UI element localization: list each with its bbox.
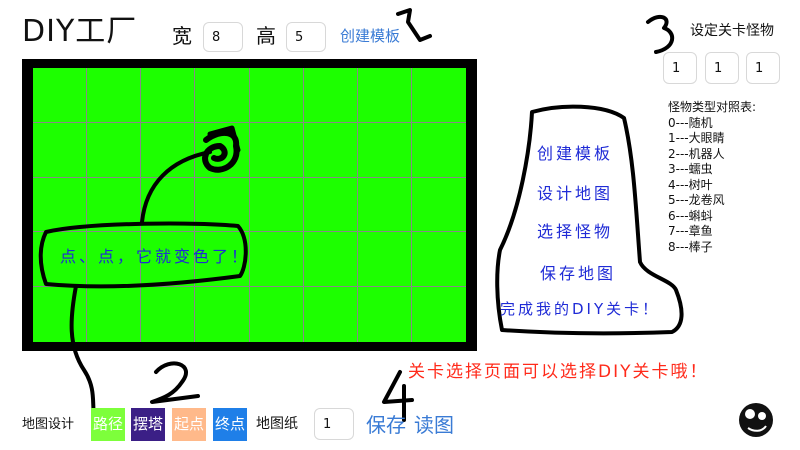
map-board bbox=[22, 59, 477, 351]
legend-item: 4---树叶 bbox=[668, 177, 713, 192]
map-cell[interactable] bbox=[141, 287, 196, 342]
width-label: 宽 bbox=[172, 24, 192, 48]
legend-item: 6---蝌蚪 bbox=[668, 208, 713, 223]
tap-note-text: 点、点，它就变色了！ bbox=[60, 247, 251, 266]
legend-item: 1---大眼睛 bbox=[668, 131, 725, 145]
map-cell[interactable] bbox=[249, 177, 304, 233]
map-cell[interactable] bbox=[87, 122, 142, 178]
legend-item: 3---蠕虫 bbox=[668, 162, 713, 176]
map-cell[interactable] bbox=[33, 122, 88, 178]
monster-slot-3[interactable]: 1 bbox=[746, 52, 780, 84]
map-cell[interactable] bbox=[358, 287, 412, 342]
step-design-map: 设计地图 bbox=[537, 184, 614, 203]
height-input[interactable]: 5 bbox=[286, 22, 326, 52]
map-cell[interactable] bbox=[303, 177, 358, 233]
map-cell[interactable] bbox=[195, 68, 250, 123]
map-cell[interactable] bbox=[411, 232, 466, 288]
map-cell[interactable] bbox=[249, 232, 304, 288]
map-cell[interactable] bbox=[357, 177, 412, 233]
monster-legend: 怪物类型对照表: 0---随机 1---大眼睛 2---机器人 3---蠕虫 4… bbox=[668, 100, 756, 255]
save-button[interactable]: 保存 bbox=[366, 410, 406, 440]
map-cell[interactable] bbox=[249, 68, 304, 123]
map-cell[interactable] bbox=[357, 68, 412, 123]
sticker-icon bbox=[739, 403, 773, 437]
map-cell[interactable] bbox=[141, 68, 196, 123]
map-cell[interactable] bbox=[249, 122, 304, 178]
step-save-map: 保存地图 bbox=[540, 264, 617, 283]
step-select-monster: 选择怪物 bbox=[537, 222, 614, 241]
map-cell[interactable] bbox=[195, 177, 250, 233]
map-cell[interactable] bbox=[303, 122, 358, 178]
map-sheet-input[interactable]: 1 bbox=[314, 408, 354, 440]
map-cell[interactable] bbox=[87, 287, 142, 342]
map-cell[interactable] bbox=[33, 287, 88, 342]
monster-panel-title: 设定关卡怪物 bbox=[690, 23, 774, 39]
map-sheet-label: 地图纸 bbox=[256, 416, 298, 432]
map-cell[interactable] bbox=[357, 232, 412, 288]
map-cell[interactable] bbox=[357, 122, 412, 178]
monster-slot-2[interactable]: 1 bbox=[705, 52, 739, 84]
map-cell[interactable] bbox=[303, 68, 358, 123]
map-cell[interactable] bbox=[141, 177, 196, 233]
legend-item: 7---章鱼 bbox=[668, 224, 713, 238]
map-cell[interactable] bbox=[304, 287, 358, 342]
tool-path-button[interactable]: 路径 bbox=[91, 408, 125, 441]
map-cell[interactable] bbox=[411, 123, 466, 178]
legend-item: 2---机器人 bbox=[668, 146, 725, 161]
level-select-note: 关卡选择页面可以选择DIY关卡哦！ bbox=[408, 362, 709, 382]
tool-tower-button[interactable]: 摆塔 bbox=[131, 408, 165, 441]
map-cell[interactable] bbox=[33, 68, 88, 123]
map-cell[interactable] bbox=[412, 287, 466, 342]
map-cell[interactable] bbox=[195, 122, 250, 178]
create-template-link[interactable]: 创建模板 bbox=[340, 24, 400, 48]
map-cell[interactable] bbox=[141, 122, 196, 178]
map-cell[interactable] bbox=[303, 232, 358, 288]
step-create-template: 创建模板 bbox=[537, 144, 614, 163]
map-grid[interactable] bbox=[33, 68, 466, 342]
map-design-label: 地图设计 bbox=[22, 417, 75, 432]
monster-slot-1[interactable]: 1 bbox=[663, 52, 697, 84]
tool-end-button[interactable]: 终点 bbox=[213, 408, 247, 441]
map-cell[interactable] bbox=[87, 177, 142, 233]
map-cell[interactable] bbox=[33, 177, 88, 233]
legend-item: 0---随机 bbox=[668, 115, 713, 130]
map-cell[interactable] bbox=[411, 68, 466, 123]
goal-text: 完成我的DIY关卡！ bbox=[500, 300, 661, 318]
legend-title: 怪物类型对照表: bbox=[668, 100, 757, 114]
tool-start-button[interactable]: 起点 bbox=[172, 408, 206, 441]
height-label: 高 bbox=[256, 24, 276, 48]
app-title: DIY工厂 bbox=[22, 14, 138, 49]
map-cell[interactable] bbox=[195, 287, 250, 342]
map-cell[interactable] bbox=[411, 178, 466, 233]
load-button[interactable]: 读图 bbox=[414, 410, 454, 440]
width-input[interactable]: 8 bbox=[203, 22, 243, 52]
legend-item: 5---龙卷风 bbox=[668, 193, 725, 207]
map-cell[interactable] bbox=[87, 68, 142, 123]
map-cell[interactable] bbox=[250, 287, 304, 342]
legend-item: 8---棒子 bbox=[668, 239, 713, 254]
